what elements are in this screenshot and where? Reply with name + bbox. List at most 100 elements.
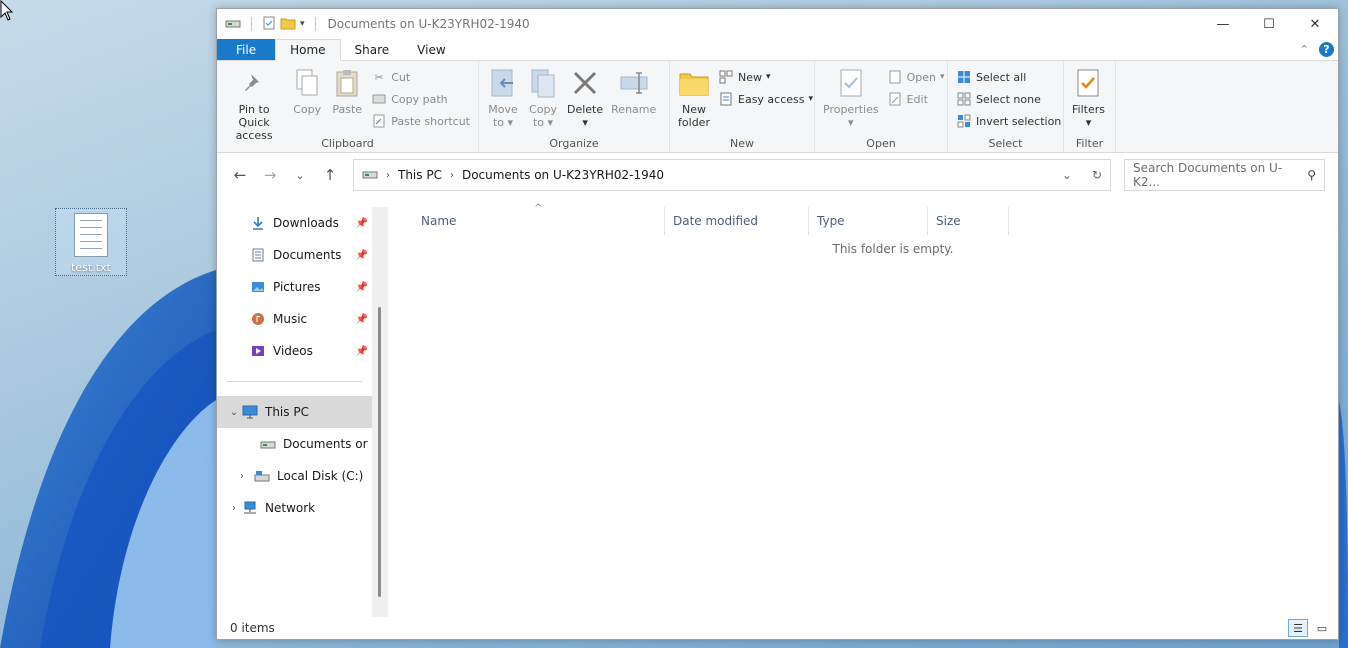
breadcrumb-separator-icon[interactable]: ›	[450, 170, 454, 181]
chevron-right-icon[interactable]: ›	[235, 471, 249, 482]
nav-item-pictures[interactable]: Pictures 📌	[217, 271, 372, 303]
select-none-button[interactable]: Select none	[956, 91, 1061, 107]
cut-label: Cut	[391, 70, 411, 84]
pin-icon: 📌	[355, 313, 368, 325]
copy-path-icon	[371, 91, 387, 107]
open-label: Open	[906, 70, 936, 84]
properties-quick-icon[interactable]	[262, 16, 276, 33]
new-item-button[interactable]: New ▾	[718, 69, 813, 85]
collapse-ribbon-icon[interactable]: ⌃	[1300, 43, 1309, 56]
back-button[interactable]: ←	[225, 166, 255, 184]
nav-item-local-disk[interactable]: › Local Disk (C:)	[217, 460, 372, 492]
rename-label: Rename	[611, 103, 657, 116]
tab-share[interactable]: Share	[341, 39, 404, 60]
pin-icon: 📌	[355, 217, 368, 229]
invert-selection-label: Invert selection	[976, 114, 1062, 128]
up-button[interactable]: ↑	[315, 166, 345, 184]
breadcrumb-documents[interactable]: Documents on U-K23YRH02-1940	[462, 168, 664, 182]
nav-item-this-pc[interactable]: ⌄ This PC	[217, 396, 372, 428]
invert-selection-icon	[956, 113, 972, 129]
new-folder-label-2: folder	[678, 116, 710, 129]
tab-view[interactable]: View	[403, 39, 459, 60]
copy-icon	[296, 69, 318, 96]
scissors-icon: ✂	[374, 70, 384, 84]
paste-label: Paste	[332, 103, 363, 116]
desktop-file-test-txt[interactable]: test.txt	[55, 208, 127, 276]
recent-locations-button[interactable]: ⌄	[285, 169, 315, 182]
tab-home[interactable]: Home	[275, 39, 341, 61]
nav-item-documents-on[interactable]: Documents or	[217, 428, 372, 460]
select-none-label: Select none	[976, 92, 1041, 106]
address-bar[interactable]: › This PC › Documents on U-K23YRH02-1940…	[353, 159, 1111, 191]
clipboard-group-label: Clipboard	[321, 137, 374, 150]
chevron-down-icon[interactable]: ⌄	[227, 407, 241, 418]
copy-to-label-2: to ▾	[532, 116, 554, 129]
column-header-name[interactable]: Name	[388, 207, 665, 235]
organize-group-label: Organize	[549, 137, 599, 150]
search-input[interactable]: Search Documents on U-K2... ⚲	[1124, 159, 1325, 191]
nav-divider	[227, 381, 362, 382]
new-item-label: New	[738, 70, 762, 84]
network-drive-icon	[259, 436, 277, 452]
address-history-chevron-icon[interactable]: ⌄	[1062, 168, 1072, 182]
download-icon	[249, 215, 267, 231]
edit-button[interactable]: Edit	[887, 91, 945, 107]
breadcrumb-this-pc[interactable]: This PC	[398, 168, 442, 182]
easy-access-icon	[718, 91, 734, 107]
new-group-label: New	[730, 137, 754, 150]
customize-toolbar-dropdown-icon[interactable]: ▾	[300, 19, 305, 29]
search-icon: ⚲	[1307, 168, 1316, 182]
nav-item-videos[interactable]: Videos 📌	[217, 335, 372, 367]
pin-icon	[245, 74, 260, 91]
tab-file[interactable]: File	[217, 39, 276, 60]
nav-label: Documents	[273, 248, 342, 262]
status-bar: 0 items ☰ ▭	[217, 617, 1338, 639]
column-header-date-modified[interactable]: Date modified	[665, 207, 809, 235]
select-none-icon	[956, 91, 972, 107]
quick-access-toolbar: ▾	[225, 16, 322, 33]
column-header-size[interactable]: Size	[928, 207, 1009, 235]
nav-item-music[interactable]: Music 📌	[217, 303, 372, 335]
open-button[interactable]: Open ▾	[887, 69, 945, 85]
search-placeholder: Search Documents on U-K2...	[1133, 161, 1283, 189]
monitor-icon	[241, 404, 259, 420]
scrollbar-thumb[interactable]	[378, 307, 381, 597]
refresh-icon[interactable]: ↻	[1092, 168, 1102, 182]
easy-access-button[interactable]: Easy access ▾	[718, 91, 813, 107]
breadcrumb-separator-icon[interactable]: ›	[386, 170, 390, 181]
paste-shortcut-button[interactable]: Paste shortcut	[371, 113, 470, 129]
select-all-button[interactable]: Select all	[956, 69, 1061, 85]
copy-label: Copy	[293, 103, 322, 116]
invert-selection-button[interactable]: Invert selection	[956, 113, 1061, 129]
sort-ascending-icon: ^	[534, 203, 543, 214]
nav-label: Network	[265, 501, 316, 515]
column-header-type[interactable]: Type	[809, 207, 928, 235]
select-all-icon	[956, 69, 972, 85]
copy-to-icon	[531, 69, 555, 98]
close-button[interactable]: ✕	[1292, 9, 1338, 39]
navigation-scrollbar[interactable]	[372, 207, 388, 617]
copy-path-button[interactable]: Copy path	[371, 91, 470, 107]
pin-icon: 📌	[355, 281, 368, 293]
maximize-button[interactable]: ☐	[1246, 9, 1292, 39]
nav-item-network[interactable]: › Network	[217, 492, 372, 524]
new-folder-quick-icon[interactable]	[280, 16, 296, 33]
details-view-icon[interactable]: ☰	[1288, 619, 1308, 637]
nav-item-documents[interactable]: Documents 📌	[217, 239, 372, 271]
paste-shortcut-label: Paste shortcut	[391, 114, 470, 128]
minimize-button[interactable]: —	[1200, 9, 1246, 39]
chevron-right-icon[interactable]: ›	[227, 503, 241, 514]
paste-shortcut-icon	[371, 113, 387, 129]
cut-button[interactable]: ✂ Cut	[371, 69, 470, 85]
move-to-label-2: to ▾	[492, 116, 514, 129]
nav-label: Downloads	[273, 216, 339, 230]
new-group: New folder New ▾ Easy access ▾ New	[670, 61, 815, 152]
network-drive-icon	[362, 168, 378, 183]
text-file-icon	[74, 213, 108, 257]
nav-item-downloads[interactable]: Downloads 📌	[217, 207, 372, 239]
network-drive-icon	[225, 16, 241, 33]
help-icon[interactable]: ?	[1319, 42, 1334, 57]
large-icons-view-icon[interactable]: ▭	[1312, 619, 1332, 637]
folder-icon	[679, 73, 709, 96]
forward-button[interactable]: →	[255, 166, 285, 184]
